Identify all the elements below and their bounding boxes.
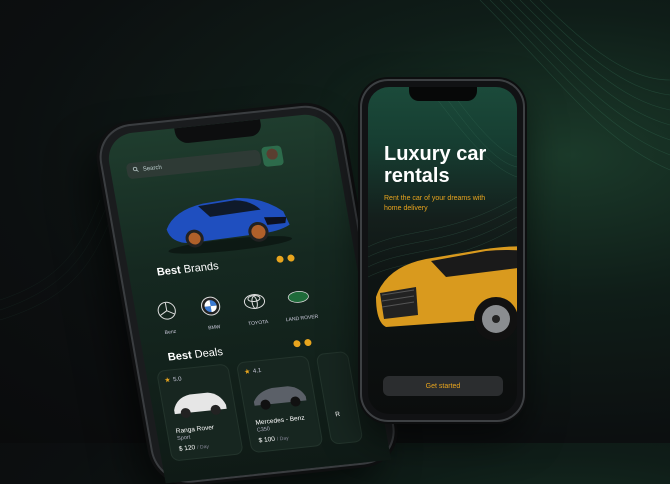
star-icon: ★ (164, 377, 171, 385)
mercedes-logo-icon (154, 299, 180, 323)
phone-notch (174, 119, 263, 145)
search-placeholder: Search (142, 164, 163, 173)
rating: ★ 4.1 (244, 368, 262, 376)
avatar[interactable] (260, 145, 285, 168)
search-icon (132, 166, 139, 175)
featured-suv-image (376, 246, 517, 341)
deal-card[interactable]: ★ 4.1 Mercedes - Benz C350 $ 100/ Day (235, 355, 324, 454)
deal-list: ★5.0 Ranga Rover Sport $ 120/ Day ★4.1 (156, 350, 364, 462)
star-icon: ★ (244, 369, 251, 376)
deal-card[interactable]: R (315, 350, 364, 445)
deals-pager-dots[interactable] (292, 338, 313, 348)
brand-item-land-rover[interactable]: LAND ROVER (277, 284, 321, 323)
brand-label: TOYOTA (247, 319, 269, 328)
brand-label: LAND ROVER (285, 313, 319, 324)
toyota-logo-icon (242, 290, 268, 314)
brand-label: BMW (207, 324, 222, 332)
featured-car-image (166, 197, 293, 254)
deal-name: Ranga Rover (175, 424, 215, 436)
rating: ★ 5.0 (164, 376, 183, 385)
deal-model: C350 (256, 426, 271, 434)
brands-pager-dots[interactable] (275, 254, 296, 263)
deal-name: Mercedes - Benz (255, 414, 306, 427)
land-rover-logo-icon (285, 285, 311, 309)
brand-list: Benz BMW TOYOTA LAND ROVER (146, 284, 322, 337)
brand-item-bmw[interactable]: BMW (190, 293, 234, 332)
right-phone-mockup: Luxury car rentals Rent the car of your … (362, 81, 523, 420)
search-input[interactable]: Search (125, 149, 262, 180)
deal-car-image (174, 392, 227, 418)
bmw-logo-icon (198, 294, 224, 318)
get-started-button[interactable]: Get started (383, 376, 503, 396)
deal-model: Sport (176, 434, 191, 442)
deal-price: $ 120/ Day (178, 443, 210, 453)
deal-car-image (253, 386, 307, 410)
best-deals-title: Best Deals (166, 346, 224, 364)
hero-title: Luxury car rentals (384, 143, 487, 187)
brand-item-benz[interactable]: Benz (146, 298, 190, 337)
deal-card[interactable]: ★ 5.0 Ranga Rover Sport $ 120/ Day (156, 363, 244, 462)
brand-item-toyota[interactable]: TOYOTA (234, 289, 278, 328)
brand-label: Benz (164, 328, 177, 336)
phone-notch (408, 87, 477, 101)
best-brands-title: Best Brands (155, 260, 220, 279)
onboarding-screen: Luxury car rentals Rent the car of your … (368, 87, 517, 414)
deal-name: R (334, 410, 341, 419)
hero-subtitle: Rent the car of your dreams with home de… (384, 195, 486, 212)
